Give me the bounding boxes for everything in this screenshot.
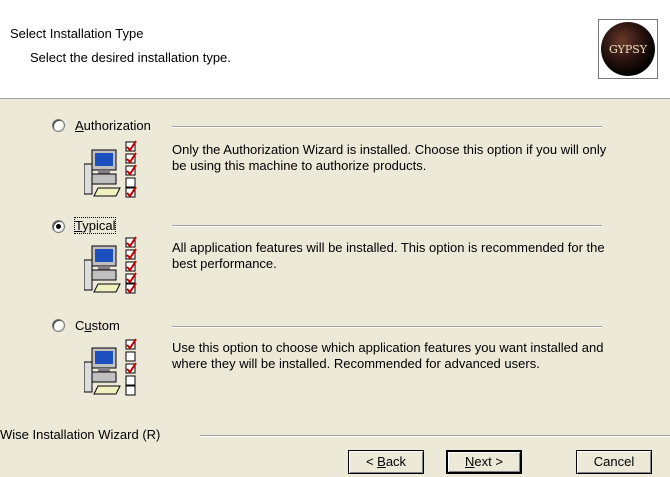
next-button[interactable]: Next >: [446, 450, 522, 474]
page-subtitle: Select the desired installation type.: [30, 50, 231, 65]
radio-typical[interactable]: [52, 220, 65, 233]
computer-checklist-icon: [84, 338, 137, 396]
radio-selected-dot: [56, 224, 61, 229]
radio-custom[interactable]: [52, 319, 65, 332]
back-button[interactable]: < Back: [348, 450, 424, 474]
wizard-header: Select Installation Type Select the desi…: [0, 0, 670, 99]
divider: [172, 126, 602, 128]
option-description-authorization: Only the Authorization Wizard is install…: [172, 142, 607, 173]
footer-divider: [200, 435, 670, 437]
gypsy-logo: GYPSY: [598, 19, 658, 79]
divider: [172, 225, 602, 227]
option-description-custom: Use this option to choose which applicat…: [172, 340, 604, 371]
option-label-custom[interactable]: Custom: [75, 318, 120, 333]
cancel-button[interactable]: Cancel: [576, 450, 652, 474]
installer-brand: Wise Installation Wizard (R): [0, 427, 161, 442]
computer-checklist-icon: [84, 140, 137, 198]
radio-authorization[interactable]: [52, 119, 65, 132]
option-label-authorization[interactable]: Authorization: [75, 118, 151, 133]
divider: [172, 326, 602, 328]
option-description-typical: All application features will be install…: [172, 240, 605, 271]
logo-text: GYPSY: [609, 43, 648, 56]
computer-checklist-icon: [84, 236, 137, 294]
page-title: Select Installation Type: [10, 26, 144, 41]
option-label-typical[interactable]: Typical: [73, 217, 117, 234]
